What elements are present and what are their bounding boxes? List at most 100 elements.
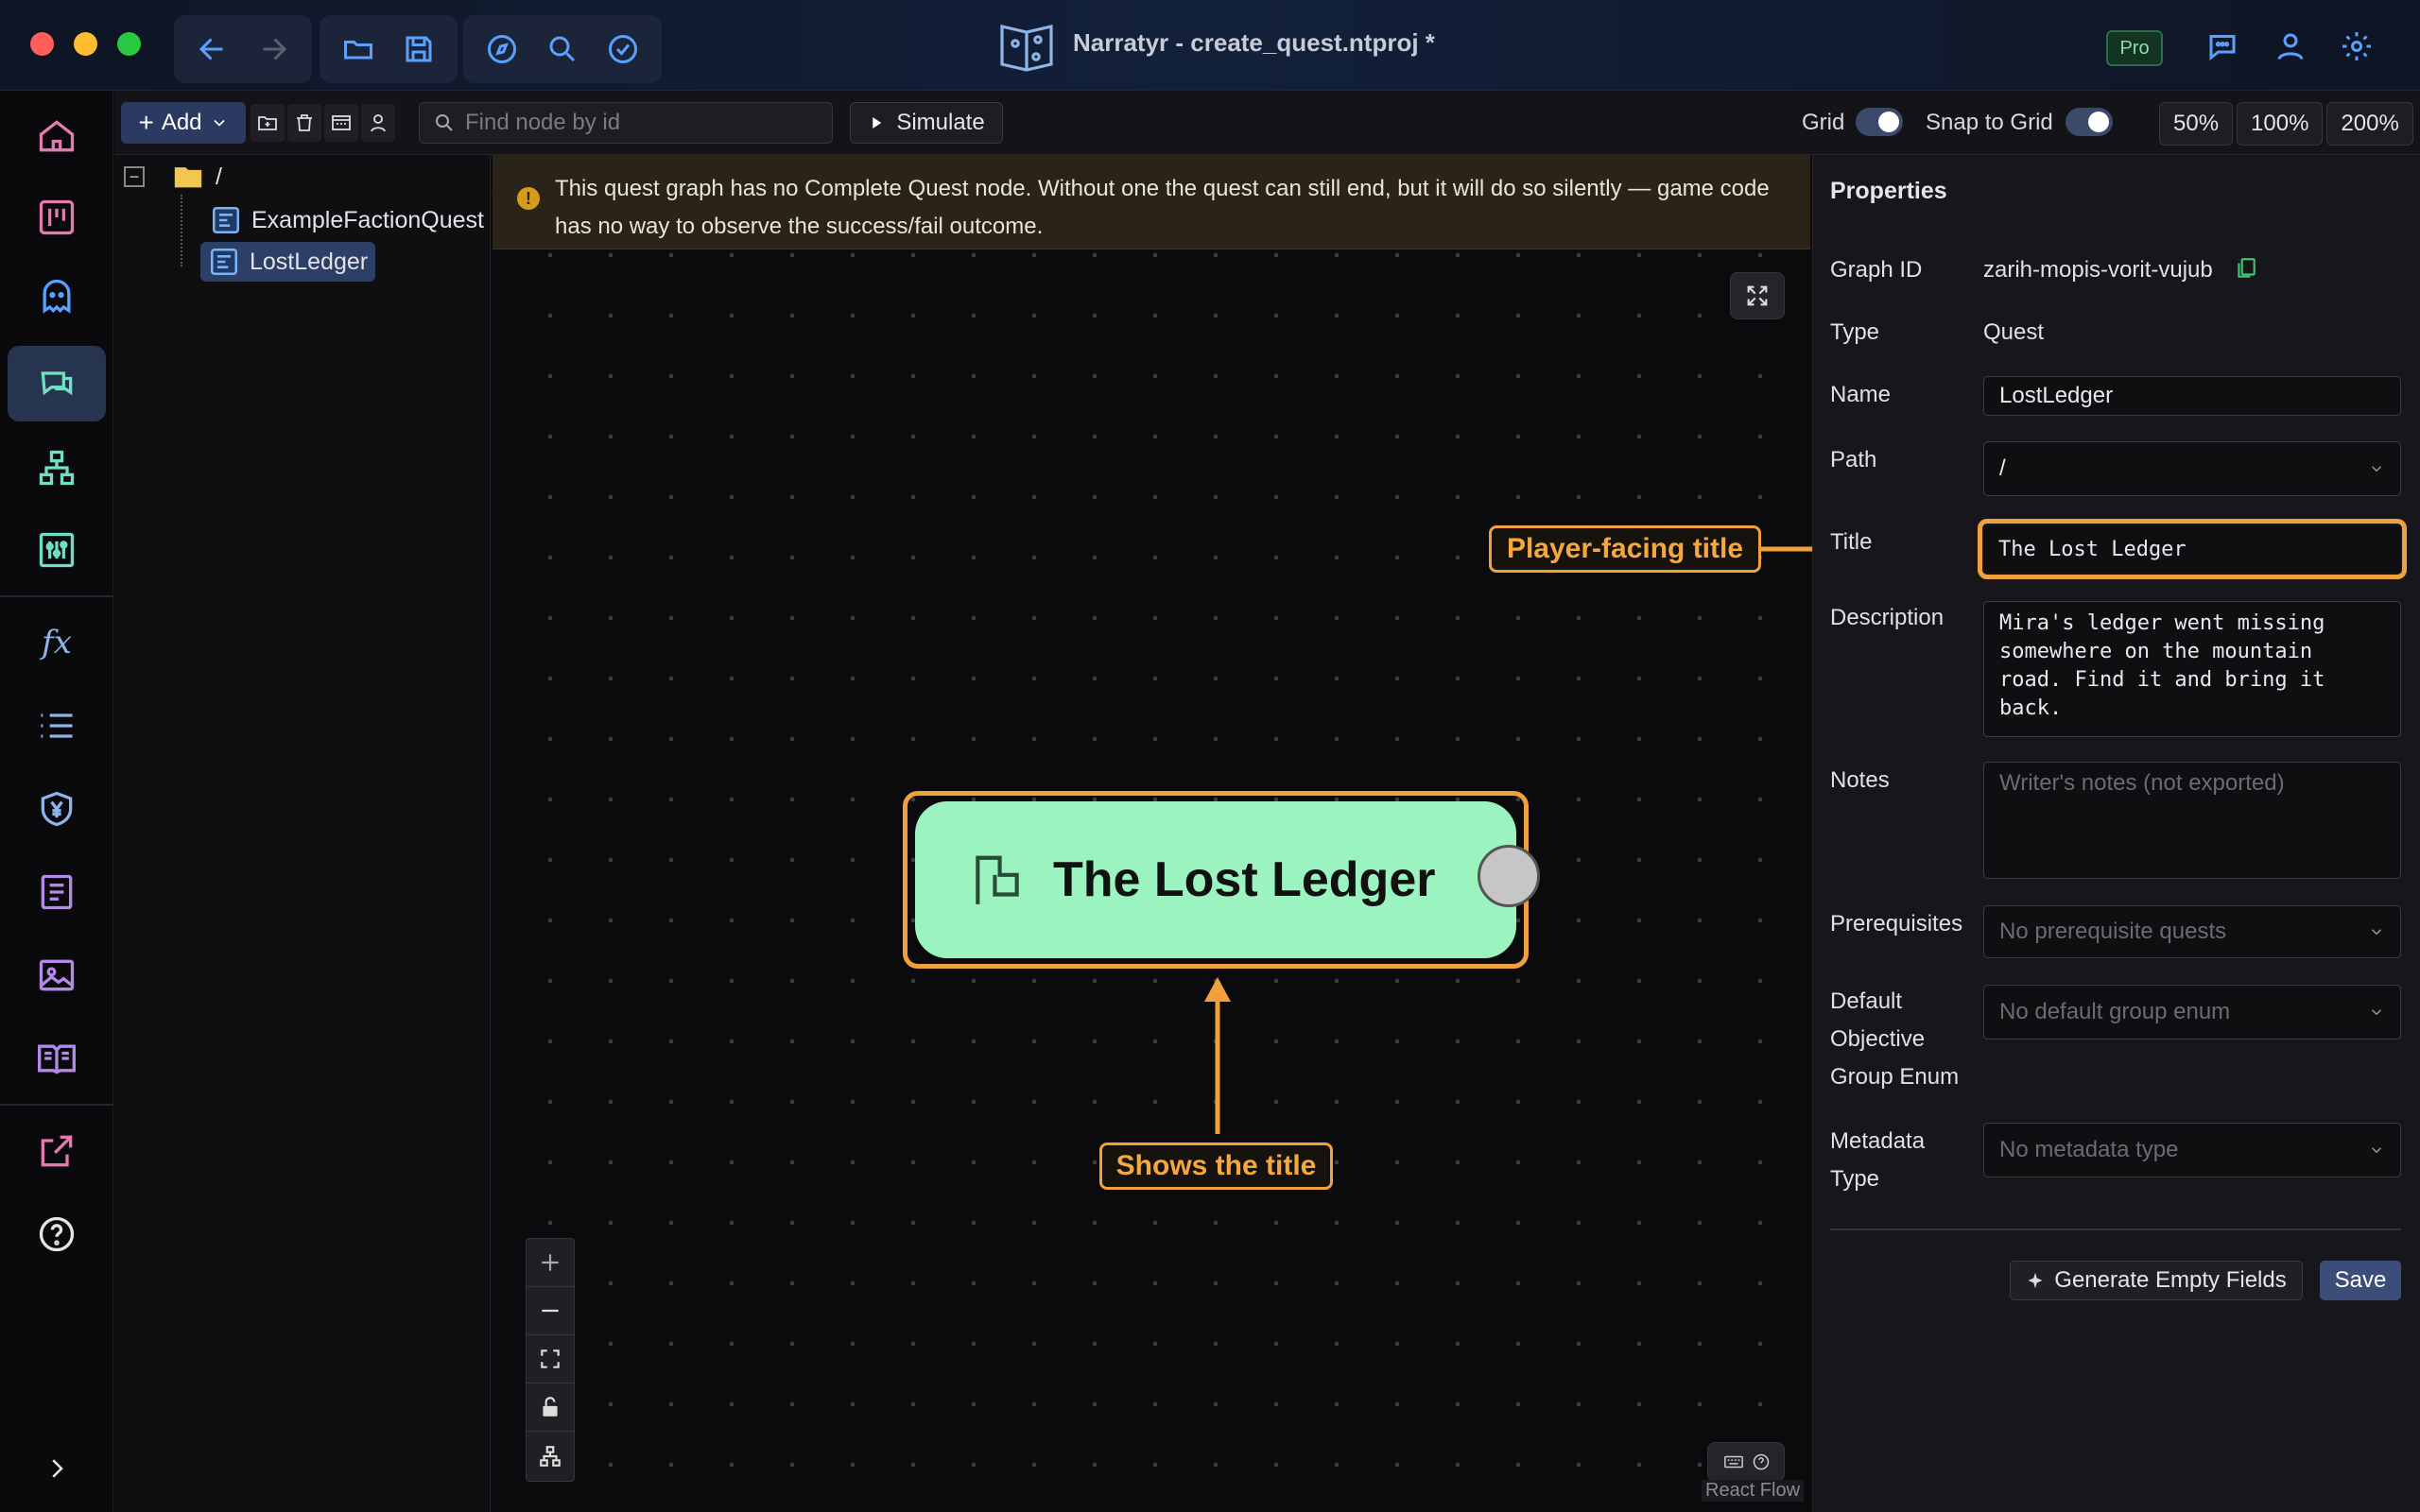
auto-layout-button[interactable]: [527, 1432, 574, 1480]
minimize-window-button[interactable]: [74, 32, 97, 56]
simulate-button[interactable]: Simulate: [850, 102, 1003, 144]
nav-hierarchy[interactable]: [8, 430, 106, 506]
navigate-button[interactable]: [475, 22, 529, 77]
zoom-50-button[interactable]: 50%: [2159, 102, 2234, 146]
nav-export[interactable]: [8, 1113, 106, 1189]
graph-id-label: Graph ID: [1830, 257, 1923, 283]
node-title: The Lost Ledger: [1053, 852, 1436, 907]
pro-badge[interactable]: Pro: [2106, 30, 2163, 66]
description-field[interactable]: Mira's ledger went missing somewhere on …: [1983, 601, 2401, 737]
maximize-window-button[interactable]: [117, 32, 141, 56]
notes-field[interactable]: Writer's notes (not exported): [1983, 762, 2401, 879]
nav-images[interactable]: [8, 937, 106, 1013]
folder-icon: [174, 167, 202, 188]
save-icon: [406, 36, 432, 62]
import-button[interactable]: [324, 104, 358, 142]
search-icon: [436, 114, 453, 131]
lock-button[interactable]: [527, 1383, 574, 1432]
image-icon: [39, 959, 75, 991]
nav-help[interactable]: [8, 1196, 106, 1272]
compass-icon: [488, 35, 516, 63]
zoom-100-button[interactable]: 100%: [2237, 102, 2324, 146]
account-button[interactable]: [2263, 19, 2318, 74]
nav-currency[interactable]: [8, 771, 106, 847]
zoom-200-button[interactable]: 200%: [2326, 102, 2413, 146]
nav-variables[interactable]: [8, 512, 106, 588]
title-field[interactable]: The Lost Ledger: [1983, 525, 2401, 573]
chevron-down-icon: [2371, 929, 2382, 936]
expand-icon: [1747, 285, 1768, 306]
hierarchy-icon: [39, 450, 75, 486]
nav-functions[interactable]: fx: [8, 605, 106, 680]
quest-start-node[interactable]: The Lost Ledger: [915, 801, 1516, 958]
back-button[interactable]: [185, 22, 240, 77]
grid-toggle[interactable]: [1856, 108, 1903, 136]
nav-codex[interactable]: [8, 1021, 106, 1096]
graph-tree-panel: [114, 155, 491, 1512]
zoom-out-button[interactable]: [527, 1287, 574, 1335]
delete-button[interactable]: [287, 104, 321, 142]
prerequisites-select[interactable]: No prerequisite quests: [1983, 905, 2401, 958]
shortcuts-button[interactable]: [1707, 1442, 1785, 1482]
default-group-select[interactable]: No default group enum: [1983, 985, 2401, 1040]
global-search-button[interactable]: [535, 22, 590, 77]
collapse-toggle[interactable]: −: [124, 166, 145, 187]
save-project-button[interactable]: [391, 22, 446, 77]
minus-icon: [542, 1309, 559, 1313]
close-window-button[interactable]: [30, 32, 54, 56]
add-button[interactable]: + Add: [121, 102, 246, 144]
help-icon: [1753, 1453, 1770, 1470]
new-folder-button[interactable]: [251, 104, 285, 142]
type-label: Type: [1830, 319, 1880, 345]
zoom-in-button[interactable]: [527, 1239, 574, 1287]
fullscreen-button[interactable]: [1730, 272, 1785, 319]
open-project-button[interactable]: [331, 22, 386, 77]
sparkle-icon: [2028, 1272, 2043, 1289]
zoom-presets: 50% 100% 200%: [2159, 102, 2413, 146]
name-field[interactable]: LostLedger: [1983, 376, 2401, 416]
app-logo-icon: [1000, 24, 1053, 72]
node-search-input[interactable]: [465, 110, 824, 136]
rail-divider: [0, 1104, 113, 1106]
user-icon: [371, 114, 386, 132]
type-value: Quest: [1983, 319, 2045, 345]
generate-empty-fields-button[interactable]: Generate Empty Fields: [2010, 1261, 2303, 1300]
chevron-down-icon: [2371, 466, 2382, 472]
node-output-handle[interactable]: [1478, 845, 1540, 907]
title-label: Title: [1830, 529, 1873, 555]
tree-item-lostledger[interactable]: LostLedger: [200, 242, 376, 282]
gear-icon: [2342, 32, 2371, 60]
tree-item-examplefactionquest[interactable]: ExampleFactionQuest: [210, 204, 484, 236]
csv-icon: [332, 115, 351, 130]
tree-root[interactable]: /: [170, 161, 222, 193]
canvas-controls: [526, 1238, 575, 1482]
tools-group: [463, 15, 662, 83]
nav-board[interactable]: [8, 180, 106, 255]
nav-home[interactable]: [8, 98, 106, 174]
book-open-icon: [38, 1044, 76, 1074]
name-label: Name: [1830, 382, 1892, 407]
validate-button[interactable]: [596, 22, 650, 77]
nav-dialogue[interactable]: [8, 346, 106, 421]
feedback-button[interactable]: [2195, 19, 2250, 74]
forward-button[interactable]: [246, 22, 301, 77]
node-search[interactable]: [419, 102, 833, 144]
attribution[interactable]: React Flow: [1702, 1480, 1805, 1502]
history-group: [174, 15, 312, 83]
nav-cards[interactable]: [8, 854, 106, 930]
path-select[interactable]: /: [1983, 441, 2401, 496]
save-button[interactable]: Save: [2320, 1261, 2401, 1300]
nav-lists[interactable]: [8, 688, 106, 764]
metadata-type-select[interactable]: No metadata type: [1983, 1123, 2401, 1177]
fit-view-button[interactable]: [527, 1335, 574, 1383]
warning-text: This quest graph has no Complete Quest n…: [555, 176, 1770, 239]
assign-owner-button[interactable]: [361, 104, 395, 142]
nav-characters[interactable]: [8, 259, 106, 335]
tree-root-label: /: [216, 163, 222, 190]
properties-divider: [1830, 1228, 2401, 1230]
settings-button[interactable]: [2329, 19, 2384, 74]
path-label: Path: [1830, 447, 1877, 472]
expand-rail-button[interactable]: [8, 1431, 106, 1506]
copy-icon[interactable]: [2234, 255, 2258, 282]
snap-toggle[interactable]: [2066, 108, 2113, 136]
